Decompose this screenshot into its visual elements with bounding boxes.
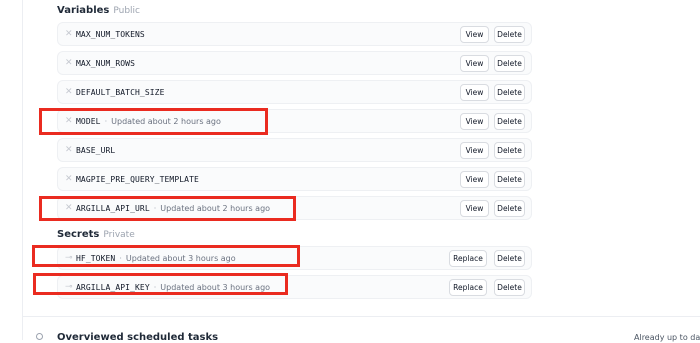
variable-row-max-num-tokens: ✕ MAX_NUM_TOKENS View Delete xyxy=(57,22,532,46)
next-section-status: Already up to date xyxy=(634,333,700,342)
highlight-box-argilla-api-url xyxy=(39,196,296,221)
remove-variable-icon[interactable]: ✕ xyxy=(65,144,73,156)
remove-variable-icon[interactable]: ✕ xyxy=(65,57,73,69)
delete-button[interactable]: Delete xyxy=(494,279,525,296)
delete-button[interactable]: Delete xyxy=(494,171,525,188)
delete-button[interactable]: Delete xyxy=(494,55,525,72)
variable-name: MAX_NUM_TOKENS xyxy=(76,30,145,39)
variables-title: Variables xyxy=(57,5,110,16)
view-button[interactable]: View xyxy=(460,113,489,130)
chevron-icon[interactable] xyxy=(36,333,43,340)
delete-button[interactable]: Delete xyxy=(494,84,525,101)
next-section-title: Overviewed scheduled tasks xyxy=(57,332,219,343)
variable-row-magpie-pre-query-template: ✕ MAGPIE_PRE_QUERY_TEMPLATE View Delete xyxy=(57,167,532,191)
variable-row-max-num-rows: ✕ MAX_NUM_ROWS View Delete xyxy=(57,51,532,75)
view-button[interactable]: View xyxy=(460,84,489,101)
delete-button[interactable]: Delete xyxy=(494,26,525,43)
highlight-box-argilla-api-key xyxy=(33,273,288,295)
remove-variable-icon[interactable]: ✕ xyxy=(65,173,73,185)
remove-variable-icon[interactable]: ✕ xyxy=(65,86,73,98)
view-button[interactable]: View xyxy=(460,200,489,217)
variable-name: MAGPIE_PRE_QUERY_TEMPLATE xyxy=(76,175,199,184)
variable-name: MAX_NUM_ROWS xyxy=(76,59,135,68)
highlight-box-model xyxy=(39,108,268,135)
variable-row-base-url: ✕ BASE_URL View Delete xyxy=(57,138,532,162)
view-button[interactable]: View xyxy=(460,171,489,188)
view-button[interactable]: View xyxy=(460,55,489,72)
highlight-box-hf-token xyxy=(32,245,300,267)
page-left-border xyxy=(22,0,23,340)
variables-subtitle: Public xyxy=(113,6,141,16)
remove-variable-icon[interactable]: ✕ xyxy=(65,28,73,40)
view-button[interactable]: View xyxy=(460,142,489,159)
variables-section-title: Variables Public xyxy=(57,5,140,16)
section-divider xyxy=(22,316,700,317)
secrets-section-title: Secrets Private xyxy=(57,229,135,240)
variable-row-default-batch-size: ✕ DEFAULT_BATCH_SIZE View Delete xyxy=(57,80,532,104)
delete-button[interactable]: Delete xyxy=(494,113,525,130)
delete-button[interactable]: Delete xyxy=(494,250,525,267)
delete-button[interactable]: Delete xyxy=(494,142,525,159)
secrets-title: Secrets xyxy=(57,229,100,240)
replace-button[interactable]: Replace xyxy=(449,279,487,296)
variable-name: DEFAULT_BATCH_SIZE xyxy=(76,88,165,97)
replace-button[interactable]: Replace xyxy=(449,250,487,267)
delete-button[interactable]: Delete xyxy=(494,200,525,217)
view-button[interactable]: View xyxy=(460,26,489,43)
secrets-subtitle: Private xyxy=(103,230,135,240)
variable-name: BASE_URL xyxy=(76,146,116,155)
